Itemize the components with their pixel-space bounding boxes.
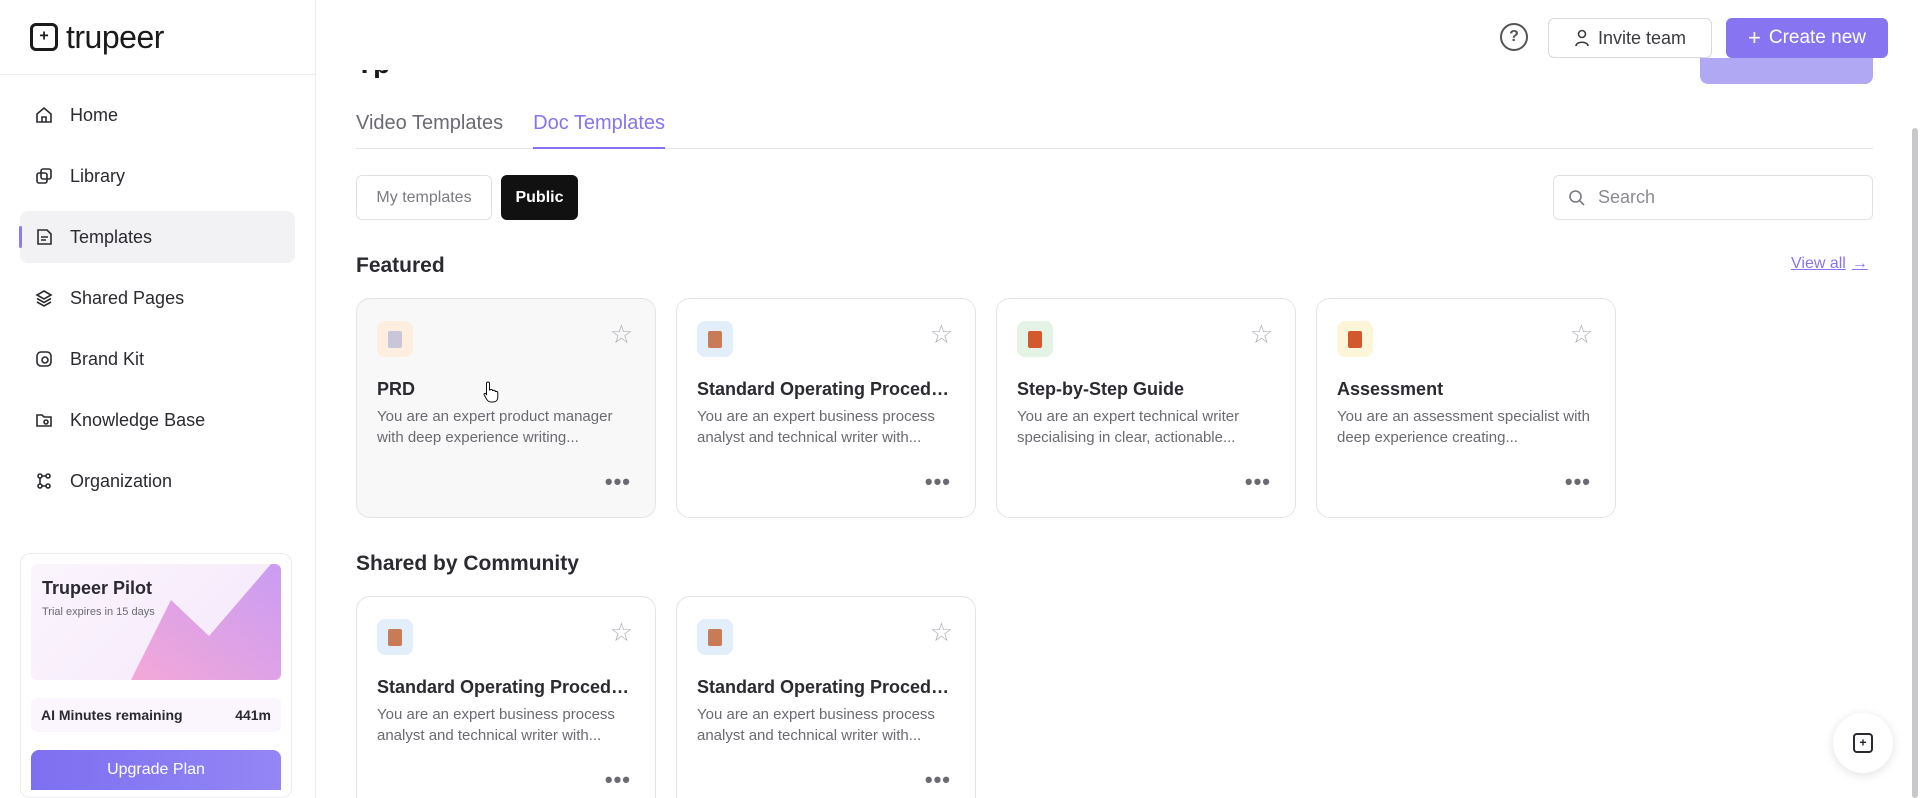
clipboard-icon: [377, 619, 413, 655]
sidebar-item-label: Home: [70, 104, 119, 125]
template-card-step-guide[interactable]: ☆ Step-by-Step Guide You are an expert t…: [996, 298, 1296, 518]
featured-heading: Featured: [356, 254, 445, 277]
create-new-label: Create new: [1768, 27, 1867, 48]
sidebar-nav: Home Library Templates Shared Pages Bran…: [0, 75, 315, 507]
home-icon: [34, 105, 54, 125]
invite-team-label: Invite team: [1597, 27, 1687, 48]
scrollbar[interactable]: [1912, 128, 1918, 798]
card-description: You are an assessment specialist with de…: [1337, 408, 1590, 446]
star-icon[interactable]: ☆: [1570, 321, 1593, 347]
user-icon: [1575, 29, 1589, 47]
view-all-label: View all: [1791, 255, 1846, 272]
star-icon[interactable]: ☆: [610, 321, 633, 347]
star-icon[interactable]: ☆: [610, 619, 633, 645]
star-icon[interactable]: ☆: [930, 619, 953, 645]
sidebar-item-shared-pages[interactable]: Shared Pages: [20, 272, 295, 324]
more-options-icon[interactable]: •••: [605, 769, 631, 791]
more-options-icon[interactable]: •••: [925, 471, 951, 493]
help-circle-icon[interactable]: ?: [1500, 23, 1528, 51]
sidebar-item-templates[interactable]: Templates: [19, 211, 295, 263]
more-options-icon[interactable]: •••: [1565, 471, 1591, 493]
my-templates-filter[interactable]: My templates: [356, 175, 492, 220]
community-heading: Shared by Community: [356, 552, 579, 575]
layers-icon: [34, 288, 54, 308]
sidebar-item-label: Organization: [70, 470, 173, 491]
card-description: You are an expert technical writer speci…: [1017, 408, 1240, 446]
edit-document-icon: [1017, 321, 1053, 357]
template-card-prd[interactable]: ☆ PRD You are an expert product manager …: [356, 298, 656, 518]
card-title: Assessment: [1337, 379, 1444, 399]
page-title-partial: Tp: [356, 70, 426, 78]
search-input[interactable]: [1598, 187, 1858, 208]
edit-document-icon: [1337, 321, 1373, 357]
pilot-card: Trupeer Pilot Trial expires in 15 days: [31, 564, 281, 680]
knowledge-base-icon: [34, 410, 54, 430]
sidebar-item-library[interactable]: Library: [20, 150, 295, 202]
sidebar-item-organization[interactable]: Organization: [20, 455, 295, 507]
brand-name: trupeer: [66, 18, 164, 55]
search-icon: [1569, 189, 1585, 206]
community-card[interactable]: ☆ Standard Operating Procedu... You are …: [676, 596, 976, 798]
assistant-button[interactable]: [1833, 713, 1893, 773]
sidebar-item-home[interactable]: Home: [20, 89, 295, 141]
ai-minutes-value: 441m: [235, 707, 271, 723]
tab-video-templates[interactable]: Video Templates: [356, 100, 503, 149]
sidebar-item-label: Brand Kit: [70, 348, 145, 369]
pilot-panel: Trupeer Pilot Trial expires in 15 days A…: [20, 553, 292, 798]
library-icon: [34, 166, 54, 186]
logo-icon: [30, 23, 58, 51]
star-icon[interactable]: ☆: [1250, 321, 1273, 347]
ai-minutes-row: AI Minutes remaining 441m: [31, 698, 281, 732]
card-title: Step-by-Step Guide: [1017, 379, 1185, 399]
sidebar-item-brand-kit[interactable]: Brand Kit: [20, 333, 295, 385]
invite-team-button[interactable]: Invite team: [1548, 18, 1712, 58]
brand-kit-icon: [34, 349, 54, 369]
search-box[interactable]: [1553, 175, 1873, 220]
card-title: Standard Operating Procedure: [697, 379, 957, 399]
card-description: You are an expert business process analy…: [377, 706, 615, 744]
sidebar-item-label: Shared Pages: [70, 287, 185, 308]
sidebar-item-knowledge-base[interactable]: Knowledge Base: [20, 394, 295, 446]
sidebar-item-label: Knowledge Base: [70, 409, 206, 430]
arrow-right-icon: →: [1851, 255, 1868, 272]
card-title: Standard Operating Procedu...: [697, 677, 957, 697]
more-options-icon[interactable]: •••: [605, 471, 631, 493]
card-description: You are an expert business process analy…: [697, 706, 935, 744]
tab-doc-templates[interactable]: Doc Templates: [533, 100, 666, 149]
app-root: trupeer Home Library Templates: [0, 0, 1920, 798]
clipboard-icon: [697, 619, 733, 655]
upgrade-plan-button[interactable]: Upgrade Plan: [31, 750, 281, 790]
assistant-icon: [1853, 733, 1873, 753]
pilot-title: Trupeer Pilot: [42, 578, 153, 598]
sidebar-item-label: Library: [70, 165, 126, 186]
pilot-trial-text: Trial expires in 15 days: [42, 606, 155, 618]
template-card-assessment[interactable]: ☆ Assessment You are an assessment speci…: [1316, 298, 1616, 518]
template-card-sop[interactable]: ☆ Standard Operating Procedure You are a…: [676, 298, 976, 518]
ai-minutes-label: AI Minutes remaining: [41, 707, 183, 723]
sidebar: trupeer Home Library Templates: [0, 0, 316, 798]
plus-icon: +: [1747, 25, 1761, 50]
community-card[interactable]: ☆ Standard Operating Procedu... You are …: [356, 596, 656, 798]
card-title: PRD: [377, 379, 416, 399]
organization-icon: [34, 471, 54, 491]
card-description: You are an expert product manager with d…: [377, 408, 613, 446]
public-filter[interactable]: Public: [501, 175, 578, 220]
sidebar-item-label: Templates: [70, 226, 153, 247]
scrolled-button-partial: [1700, 58, 1873, 84]
view-all-link[interactable]: View all →: [1791, 255, 1868, 273]
clipboard-icon: [697, 321, 733, 357]
logo[interactable]: trupeer: [0, 0, 315, 75]
card-title: Standard Operating Procedu...: [377, 677, 637, 697]
more-options-icon[interactable]: •••: [1245, 471, 1271, 493]
template-tabs: Video Templates Doc Templates: [356, 100, 1873, 149]
document-icon: [377, 321, 413, 357]
hand-cursor-icon: [483, 381, 499, 403]
templates-icon: [34, 227, 54, 247]
card-description: You are an expert business process analy…: [697, 408, 935, 446]
more-options-icon[interactable]: •••: [925, 769, 951, 791]
create-new-button[interactable]: + Create new: [1726, 18, 1888, 58]
star-icon[interactable]: ☆: [930, 321, 953, 347]
